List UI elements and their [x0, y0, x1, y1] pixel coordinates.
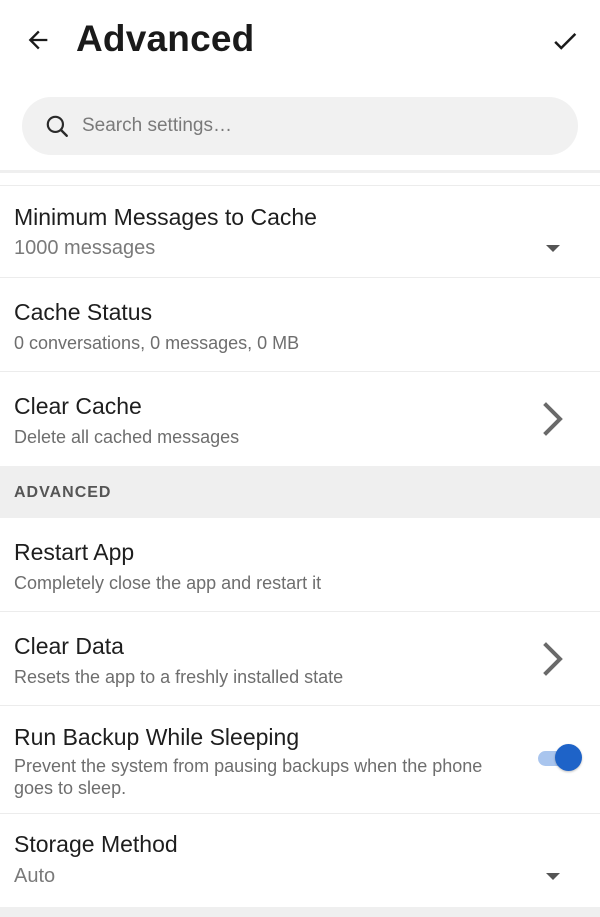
setting-run-backup-while-sleeping[interactable]: Run Backup While Sleeping Prevent the sy…	[0, 706, 600, 814]
toggle-thumb	[555, 744, 582, 771]
arrow-left-icon	[28, 30, 48, 50]
setting-title: Clear Cache	[14, 393, 142, 419]
setting-subtitle: Prevent the system from pausing backups …	[14, 756, 483, 798]
check-icon	[554, 32, 577, 50]
setting-title: Cache Status	[14, 299, 153, 325]
setting-restart-app[interactable]: Restart App Completely close the app and…	[0, 518, 600, 612]
setting-subtitle: 0 conversations, 0 messages, 0 MB	[14, 333, 300, 353]
chevron-right-icon	[543, 402, 563, 436]
setting-clear-data[interactable]: Clear Data Resets the app to a freshly i…	[0, 612, 600, 706]
setting-clear-cache[interactable]: Clear Cache Delete all cached messages	[0, 372, 600, 466]
setting-title: Restart App	[14, 539, 135, 565]
page-title: Advanced	[76, 18, 255, 59]
chevron-right-icon	[543, 642, 563, 676]
setting-title: Storage Method	[14, 831, 178, 857]
back-button[interactable]	[22, 24, 54, 56]
confirm-button[interactable]	[548, 24, 582, 58]
setting-value: 1000 messages	[14, 237, 156, 259]
setting-title: Run Backup While Sleeping	[14, 724, 300, 750]
setting-title: Minimum Messages to Cache	[14, 204, 317, 230]
section-footer	[0, 907, 600, 917]
search-bar[interactable]	[22, 97, 578, 155]
setting-subtitle: Completely close the app and restart it	[14, 573, 322, 593]
dropdown-caret-icon	[546, 245, 560, 252]
setting-subtitle: Delete all cached messages	[14, 427, 240, 447]
setting-title: Clear Data	[14, 633, 124, 659]
setting-subtitle: Resets the app to a freshly installed st…	[14, 667, 344, 687]
setting-cache-status: Cache Status 0 conversations, 0 messages…	[0, 278, 600, 372]
divider	[0, 170, 600, 173]
app-header: Advanced	[0, 0, 600, 82]
setting-value: Auto	[14, 865, 56, 887]
section-header-advanced: ADVANCED	[0, 466, 600, 518]
dropdown-caret-icon	[546, 873, 560, 880]
search-input[interactable]	[82, 115, 542, 137]
setting-min-messages-to-cache[interactable]: Minimum Messages to Cache 1000 messages	[0, 186, 600, 278]
section-label: ADVANCED	[14, 484, 112, 501]
search-icon	[44, 113, 70, 139]
backup-sleep-toggle[interactable]	[536, 744, 582, 772]
setting-storage-method[interactable]: Storage Method Auto	[0, 814, 600, 907]
